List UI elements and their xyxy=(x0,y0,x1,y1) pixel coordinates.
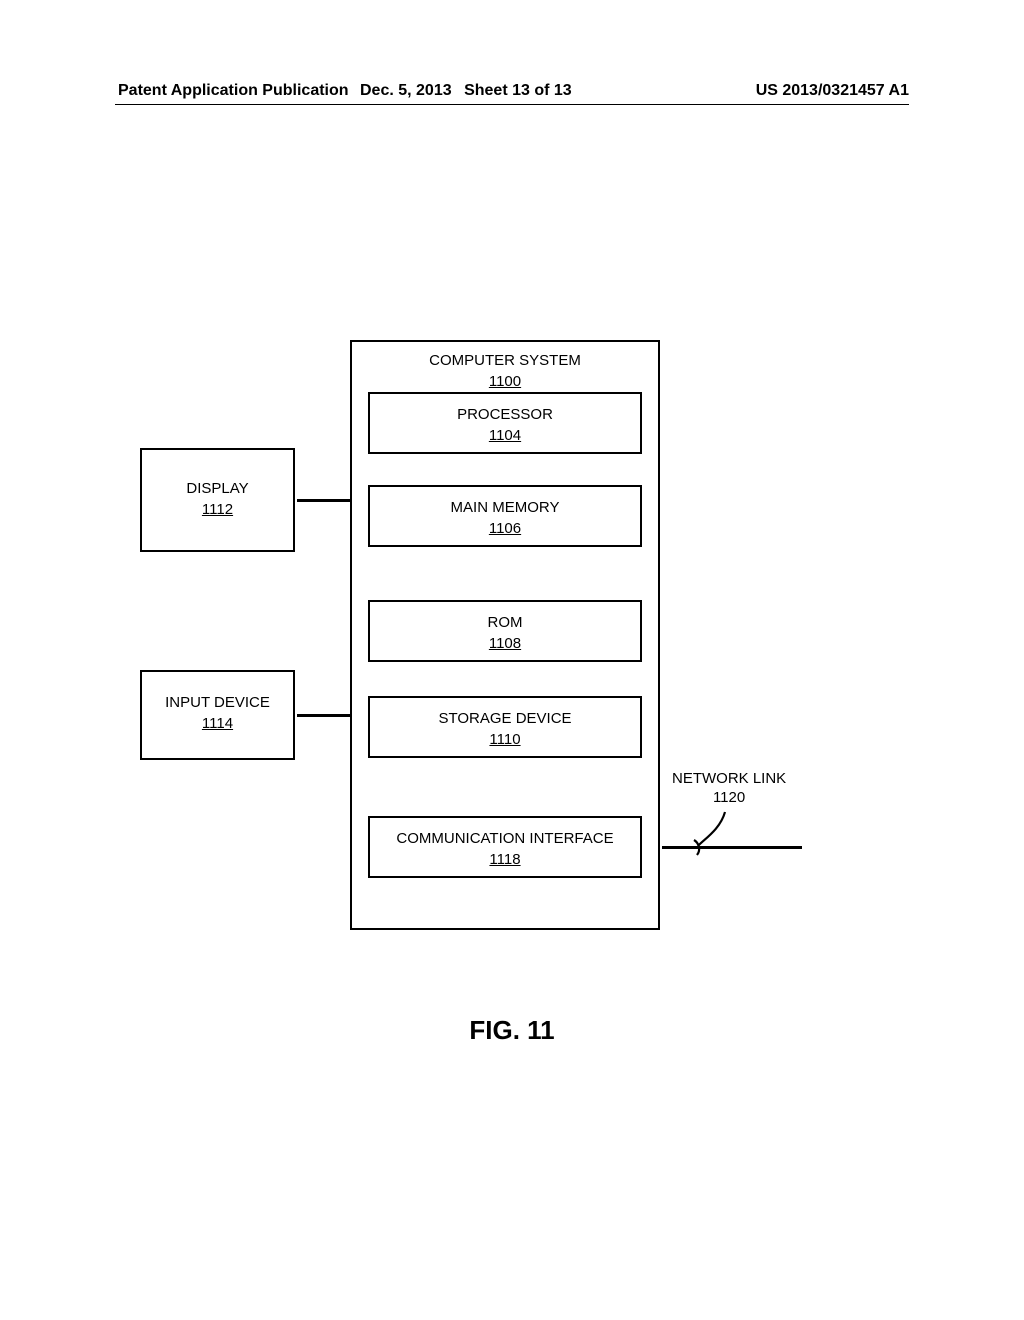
block-ref: 1104 xyxy=(489,427,521,444)
block-ref: 1114 xyxy=(202,715,233,732)
block-ref: 1108 xyxy=(489,635,521,652)
block-input-device: INPUT DEVICE 1114 xyxy=(140,670,295,760)
header-sheet: Sheet 13 of 13 xyxy=(464,82,572,99)
header-rule xyxy=(115,104,909,105)
block-communication-interface: COMMUNICATION INTERFACE 1118 xyxy=(368,816,642,878)
block-ref: 1110 xyxy=(489,731,520,748)
block-label: INPUT DEVICE xyxy=(142,694,293,713)
block-label: COMPUTER SYSTEM xyxy=(352,352,658,371)
block-rom: ROM 1108 xyxy=(368,600,642,662)
page: Patent Application Publication Dec. 5, 2… xyxy=(0,0,1024,1320)
block-label: COMMUNICATION INTERFACE xyxy=(370,830,640,849)
figure-caption: FIG. 11 xyxy=(0,1015,1024,1046)
header-publication-number: US 2013/0321457 A1 xyxy=(756,82,909,100)
label-network-link: NETWORK LINK 1120 xyxy=(672,770,786,806)
block-ref: 1100 xyxy=(489,373,521,390)
header-date: Dec. 5, 2013 xyxy=(360,82,452,99)
block-label: DISPLAY xyxy=(142,480,293,499)
leadline-network-link xyxy=(695,810,755,860)
block-label: MAIN MEMORY xyxy=(370,499,640,518)
block-label: STORAGE DEVICE xyxy=(370,710,640,729)
block-storage-device: STORAGE DEVICE 1110 xyxy=(368,696,642,758)
block-ref: 1112 xyxy=(202,501,233,518)
block-label: ROM xyxy=(370,614,640,633)
block-ref: 1118 xyxy=(489,851,520,868)
block-label: PROCESSOR xyxy=(370,406,640,425)
block-display: DISPLAY 1112 xyxy=(140,448,295,552)
block-ref: 1106 xyxy=(489,520,521,537)
header-center: Dec. 5, 2013 Sheet 13 of 13 xyxy=(360,82,572,100)
block-main-memory: MAIN MEMORY 1106 xyxy=(368,485,642,547)
connector-input-to-system xyxy=(297,714,350,717)
block-processor: PROCESSOR 1104 xyxy=(368,392,642,454)
connector-display-to-system xyxy=(297,499,350,502)
block-label: NETWORK LINK xyxy=(672,770,786,787)
block-ref: 1120 xyxy=(672,789,786,806)
header-publication-label: Patent Application Publication xyxy=(118,82,349,100)
